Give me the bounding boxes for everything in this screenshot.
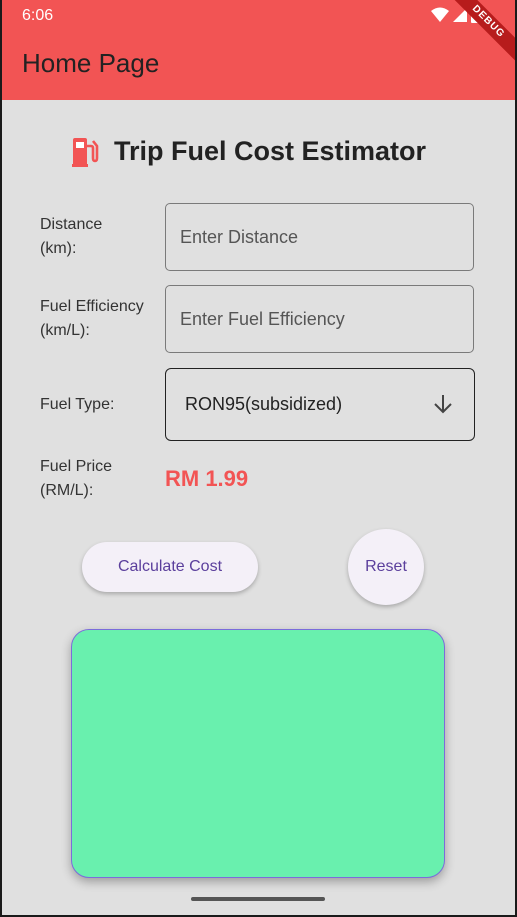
distance-label: Distance (km): [40,216,103,257]
fuel-pump-icon [72,137,99,167]
efficiency-input[interactable] [166,286,473,352]
phone-screen: 6:06 DEBUG Home Page Trip Fuel Cost Esti… [2,0,515,915]
distance-field[interactable] [165,203,474,271]
wifi-icon [431,7,449,22]
estimator-title: Trip Fuel Cost Estimator [114,136,427,166]
fuel-type-label: Fuel Type: [40,396,115,413]
fuel-type-selected: RON95(subsidized) [185,394,343,414]
result-card [71,629,445,878]
app-bar: 6:06 DEBUG Home Page [2,0,515,100]
fuel-price-label: Fuel Price (RM/L): [40,458,113,499]
efficiency-label: Fuel Efficiency (km/L): [40,298,144,339]
efficiency-field[interactable] [165,285,474,353]
distance-input[interactable] [166,204,473,270]
page-title: Home Page [22,48,160,78]
calculate-cost-button[interactable]: Calculate Cost [82,542,258,592]
reset-button[interactable]: Reset [348,529,424,605]
estimator-heading: Trip Fuel Cost Estimator [70,136,426,167]
arrow-down-icon [434,395,452,414]
fuel-price-value: RM 1.99 [165,466,249,491]
status-time: 6:06 [22,7,54,24]
fuel-type-dropdown[interactable]: RON95(subsidized) [165,368,475,441]
home-indicator[interactable] [191,897,325,901]
